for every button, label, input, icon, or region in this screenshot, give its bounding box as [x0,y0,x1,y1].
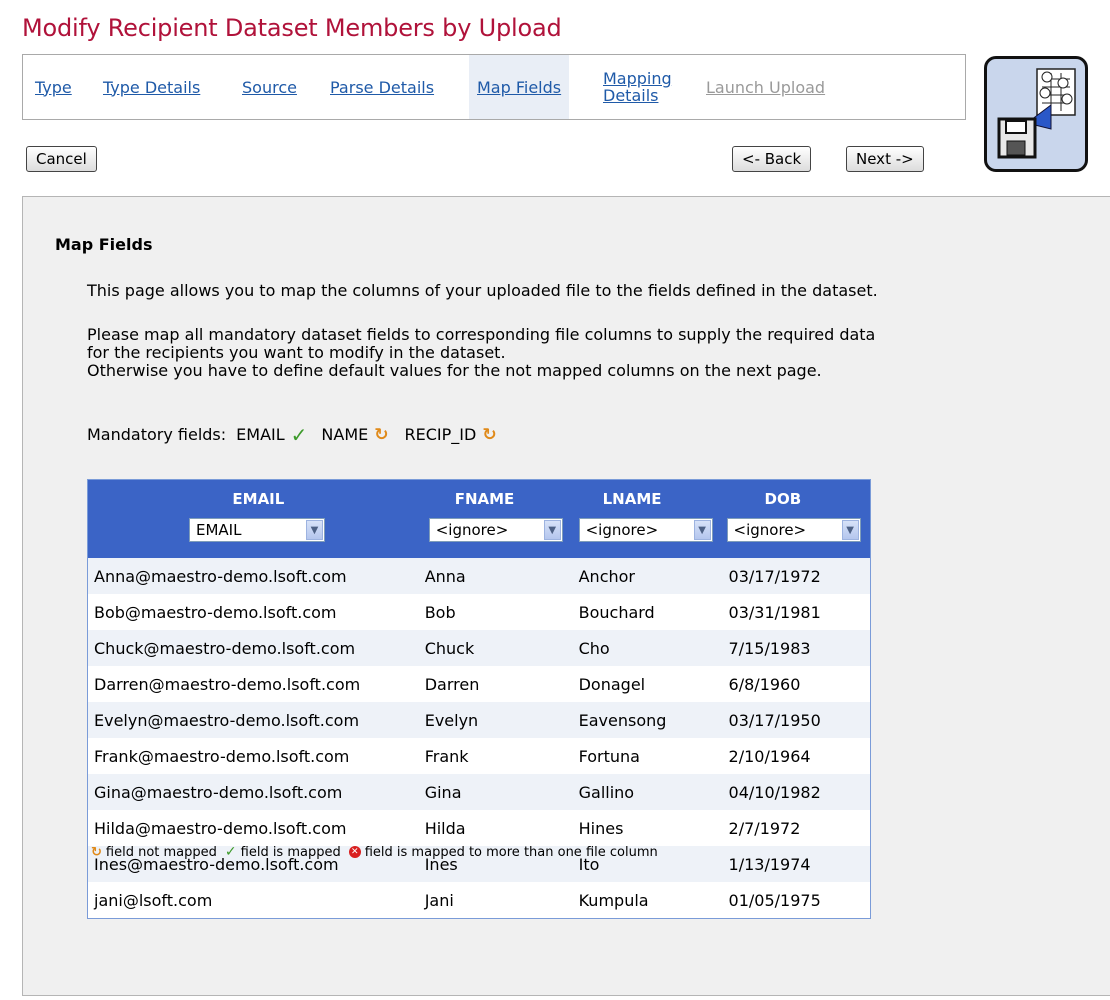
cell-dob: 04/10/1982 [728,782,821,802]
step-mapping-details[interactable]: Mapping Details [603,55,672,119]
cell-email: Chuck@maestro-demo.lsoft.com [94,638,356,658]
fname-column-select[interactable]: <ignore> ▼ [428,518,563,542]
cell-lname: Bouchard [578,602,655,622]
wizard-steps: Type Type Details Source Parse Details M… [22,54,966,120]
intro-text: This page allows you to map the columns … [87,281,878,300]
fname-column-select-value: <ignore> [435,521,509,539]
cell-dob: 6/8/1960 [728,674,801,694]
step-parse-details[interactable]: Parse Details [330,55,434,119]
cell-fname: Anna [424,566,466,586]
cell-lname: Cho [578,638,610,658]
legend-multi-mapped: field is mapped to more than one file co… [364,844,658,860]
cell-fname: Hilda [424,818,466,838]
cell-fname: Evelyn [424,710,479,730]
step-mapping-details-line1: Mapping [603,69,672,88]
instruction-line-1: Please map all mandatory dataset fields … [87,325,876,344]
cell-lname: Anchor [578,566,635,586]
cell-email: Hilda@maestro-demo.lsoft.com [94,818,347,838]
cell-fname: Chuck [424,638,475,658]
cell-lname: Hines [578,818,624,838]
chevron-down-icon: ▼ [306,520,323,540]
cell-email: Gina@maestro-demo.lsoft.com [94,782,343,802]
cell-dob: 2/7/1972 [728,818,801,838]
cell-dob: 01/05/1975 [728,890,821,910]
legend-not-mapped: field not mapped [105,844,217,860]
cell-fname: Bob [424,602,456,622]
step-type[interactable]: Type [35,55,72,119]
cell-fname: Jani [424,890,454,910]
column-header-email: EMAIL [232,490,285,508]
step-map-fields[interactable]: Map Fields [469,55,570,119]
mapping-legend: ↻ field not mapped ✓ field is mapped ✕ f… [91,844,662,860]
chevron-down-icon: ▼ [841,520,859,540]
table-row: Darren@maestro-demo.lsoft.com Darren Don… [87,666,871,702]
email-column-select[interactable]: EMAIL ▼ [189,518,325,542]
mandatory-fields: Mandatory fields: EMAIL ✓ NAME ↻ RECIP_I… [87,422,507,447]
column-header-fname: FNAME [454,490,515,508]
cell-fname: Frank [424,746,469,766]
cell-dob: 03/17/1950 [728,710,821,730]
cell-fname: Gina [424,782,462,802]
table-row: jani@lsoft.com Jani Kumpula 01/05/1975 [87,882,871,919]
check-icon: ✓ [290,422,308,447]
not-mapped-icon: ↻ [482,424,497,445]
lname-column-select[interactable]: <ignore> ▼ [578,518,713,542]
dob-column-select-value: <ignore> [733,521,807,539]
table-row: Frank@maestro-demo.lsoft.com Frank Fortu… [87,738,871,774]
cell-dob: 1/13/1974 [728,854,811,874]
mandatory-field-name: NAME [321,425,369,444]
table-row: Hilda@maestro-demo.lsoft.com Hilda Hines… [87,810,871,846]
table-row: Anna@maestro-demo.lsoft.com Anna Anchor … [87,558,871,594]
chevron-down-icon: ▼ [693,520,711,540]
cell-lname: Donagel [578,674,646,694]
step-launch-upload: Launch Upload [706,77,826,97]
cell-email: Evelyn@maestro-demo.lsoft.com [94,710,360,730]
cell-dob: 2/10/1964 [728,746,811,766]
mandatory-label: Mandatory fields: [87,425,227,444]
cell-lname: Fortuna [578,746,640,766]
table-row: Chuck@maestro-demo.lsoft.com Chuck Cho 7… [87,630,871,666]
section-title: Map Fields [55,235,153,254]
cell-dob: 03/31/1981 [728,602,821,622]
not-mapped-icon: ↻ [374,424,389,445]
legend-mapped: field is mapped [240,844,341,860]
cell-email: Darren@maestro-demo.lsoft.com [94,674,361,694]
page-title: Modify Recipient Dataset Members by Uplo… [22,14,562,42]
cell-fname: Darren [424,674,480,694]
cancel-button[interactable]: Cancel [26,146,97,172]
instruction-line-3: Otherwise you have to define default val… [87,361,822,380]
cell-email: Frank@maestro-demo.lsoft.com [94,746,350,766]
next-button[interactable]: Next -> [846,146,924,172]
cell-lname: Eavensong [578,710,667,730]
column-header-dob: DOB [764,490,802,508]
cell-email: Bob@maestro-demo.lsoft.com [94,602,337,622]
map-fields-panel: Map Fields This page allows you to map t… [22,196,1110,996]
step-type-details[interactable]: Type Details [103,55,200,119]
column-header-lname: LNAME [602,490,662,508]
cell-lname: Kumpula [578,890,649,910]
not-mapped-icon: ↻ [91,844,102,860]
back-button[interactable]: <- Back [732,146,812,172]
cell-email: jani@lsoft.com [94,890,213,910]
table-row: Evelyn@maestro-demo.lsoft.com Evelyn Eav… [87,702,871,738]
table-row: Bob@maestro-demo.lsoft.com Bob Bouchard … [87,594,871,630]
email-column-select-value: EMAIL [196,521,242,539]
step-source[interactable]: Source [242,55,297,119]
step-mapping-details-line2: Details [603,86,659,105]
mandatory-field-email: EMAIL [236,425,285,444]
error-icon: ✕ [348,846,361,858]
cell-dob: 7/15/1983 [728,638,811,658]
table-row: Gina@maestro-demo.lsoft.com Gina Gallino… [87,774,871,810]
check-icon: ✓ [224,844,237,860]
cell-dob: 03/17/1972 [728,566,821,586]
chevron-down-icon: ▼ [543,520,561,540]
dob-column-select[interactable]: <ignore> ▼ [726,518,861,542]
cell-lname: Gallino [578,782,635,802]
lname-column-select-value: <ignore> [585,521,659,539]
cell-email: Anna@maestro-demo.lsoft.com [94,566,347,586]
dataset-upload-icon [984,56,1088,172]
mandatory-field-recip-id: RECIP_ID [404,425,477,444]
instruction-line-2: for the recipients you want to modify in… [87,343,506,362]
